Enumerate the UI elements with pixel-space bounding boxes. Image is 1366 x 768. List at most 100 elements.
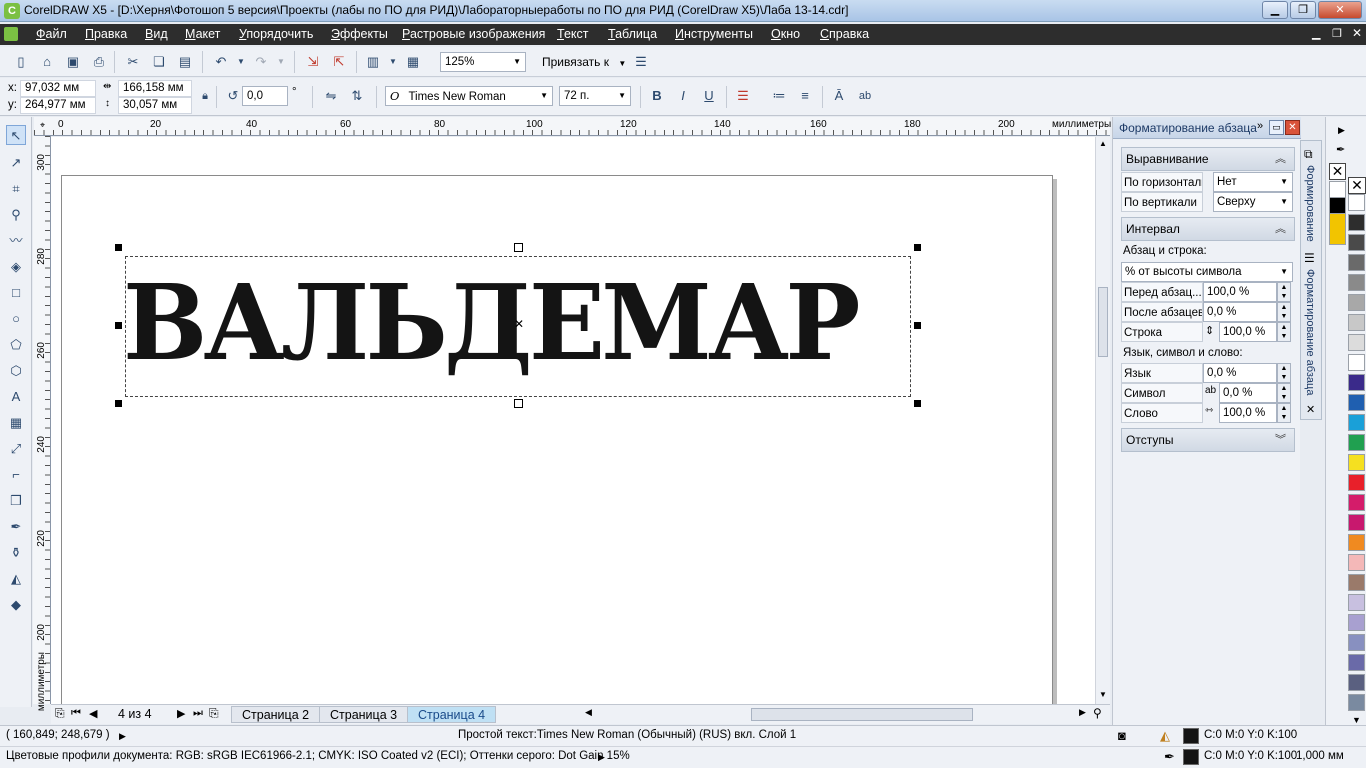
crop-tool-icon[interactable]: ⌗ xyxy=(6,179,26,199)
vertical-scroll-thumb[interactable] xyxy=(1098,287,1108,357)
zoom-navigator-icon[interactable]: ⚲ xyxy=(1093,706,1102,720)
blend-tool-icon[interactable]: ❒ xyxy=(6,491,26,511)
color-swatch[interactable] xyxy=(1348,214,1365,231)
freehand-tool-icon[interactable]: 〰 xyxy=(6,231,26,251)
previous-page-icon[interactable]: ◀ xyxy=(89,707,97,720)
menu-layout[interactable]: Макет xyxy=(185,27,220,41)
color-swatch[interactable] xyxy=(1348,474,1365,491)
white-swatch[interactable] xyxy=(1329,181,1346,198)
rotation-angle-field[interactable]: 0,0 xyxy=(242,86,288,106)
add-page-before-icon[interactable]: ⎘ xyxy=(55,706,65,721)
color-swatch[interactable] xyxy=(1348,694,1365,711)
add-page-after-icon[interactable]: ⎘ xyxy=(209,706,219,721)
text-alignment-icon[interactable]: ☰ xyxy=(734,87,752,105)
scroll-left-icon[interactable]: ◀ xyxy=(585,707,592,718)
selection-handle[interactable] xyxy=(514,399,523,408)
edit-text-icon[interactable]: ab xyxy=(856,87,874,105)
selection-handle[interactable] xyxy=(914,322,921,329)
doc-close-icon[interactable]: ✕ xyxy=(1352,26,1362,40)
paste-icon[interactable]: ▤ xyxy=(176,53,194,71)
connector-tool-icon[interactable]: ⌐ xyxy=(6,465,26,485)
rectangle-tool-icon[interactable]: □ xyxy=(6,283,26,303)
open-folder-icon[interactable]: ⌂ xyxy=(38,53,56,71)
horizontal-scroll-thumb[interactable] xyxy=(751,708,973,721)
selection-handle[interactable] xyxy=(115,244,122,251)
dimension-tool-icon[interactable]: ⤢ xyxy=(6,439,26,459)
text-tool-icon[interactable]: A xyxy=(6,387,26,407)
outline-tool-icon[interactable]: ⚱ xyxy=(6,543,26,563)
shaping-tab[interactable]: Формирование xyxy=(1304,165,1316,242)
expand-profiles-icon[interactable]: ▶ xyxy=(598,752,605,763)
color-swatch[interactable] xyxy=(1348,554,1365,571)
language-spacing-spinner[interactable]: ▲ ▼ xyxy=(1277,363,1291,383)
print-icon[interactable]: ⎙ xyxy=(90,53,108,71)
redo-dropdown-icon[interactable]: ▼ xyxy=(272,53,290,71)
palette-scroll-down-icon[interactable]: ▼ xyxy=(1352,715,1361,725)
application-launcher-icon[interactable]: ▥ xyxy=(364,53,382,71)
undo-dropdown-icon[interactable]: ▼ xyxy=(232,53,250,71)
welcome-screen-icon[interactable]: ▦ xyxy=(404,53,422,71)
bullet-list-icon[interactable]: ≔ xyxy=(770,87,788,105)
zoom-level-select[interactable]: 125% ▼ xyxy=(440,52,526,72)
menu-text[interactable]: Текст xyxy=(557,27,588,41)
line-spacing-field[interactable]: 100,0 % xyxy=(1219,322,1277,342)
scroll-up-icon[interactable]: ▲ xyxy=(1099,139,1107,148)
color-swatch[interactable] xyxy=(1348,274,1365,291)
language-spacing-field[interactable]: 0,0 % xyxy=(1203,363,1277,383)
height-field[interactable]: 30,057 мм xyxy=(118,97,192,114)
menu-help[interactable]: Справка xyxy=(820,27,869,41)
line-spacing-spinner[interactable]: ▲ ▼ xyxy=(1277,322,1291,342)
color-swatch[interactable] xyxy=(1348,334,1365,351)
color-swatch[interactable] xyxy=(1348,354,1365,371)
page-tab-4[interactable]: Страница 4 xyxy=(407,706,497,723)
smart-fill-tool-icon[interactable]: ◈ xyxy=(6,257,26,277)
doc-minimize-icon[interactable]: ▁ xyxy=(1312,27,1320,40)
ellipse-tool-icon[interactable]: ○ xyxy=(6,309,26,329)
drop-cap-icon[interactable]: ≡ xyxy=(796,87,814,105)
last-page-icon[interactable]: ⏭ xyxy=(193,707,203,720)
color-swatch[interactable] xyxy=(1348,294,1365,311)
before-paragraph-field[interactable]: 100,0 % xyxy=(1203,282,1277,302)
color-swatch[interactable] xyxy=(1348,594,1365,611)
after-paragraph-field[interactable]: 0,0 % xyxy=(1203,302,1277,322)
minimize-button[interactable]: ▁ xyxy=(1262,1,1288,19)
color-swatch[interactable] xyxy=(1348,454,1365,471)
scroll-right-icon[interactable]: ▶ xyxy=(1079,707,1086,718)
horizontal-align-select[interactable]: Нет ▼ xyxy=(1213,172,1293,192)
color-swatch[interactable] xyxy=(1348,394,1365,411)
color-swatch[interactable] xyxy=(1348,374,1365,391)
undo-icon[interactable]: ↶ xyxy=(212,53,230,71)
document-icon[interactable] xyxy=(4,27,18,41)
expand-status-icon[interactable]: ▶ xyxy=(119,731,126,742)
import-icon[interactable]: ⇲ xyxy=(304,53,322,71)
color-swatch[interactable] xyxy=(1348,634,1365,651)
no-color-swatch[interactable]: ✕ xyxy=(1329,163,1346,180)
width-field[interactable]: 166,158 мм xyxy=(118,80,192,97)
basic-shapes-tool-icon[interactable]: ⬡ xyxy=(6,361,26,381)
spacing-section-header[interactable]: Интервал ︽ xyxy=(1121,217,1295,241)
before-paragraph-spinner[interactable]: ▲ ▼ xyxy=(1277,282,1291,302)
vertical-align-select[interactable]: Сверху ▼ xyxy=(1213,192,1293,212)
menu-bitmaps[interactable]: Растровые изображения xyxy=(402,27,545,41)
new-document-icon[interactable]: ▯ xyxy=(12,53,30,71)
fill-tool-icon[interactable]: ◭ xyxy=(6,569,26,589)
vertical-scrollbar[interactable]: ▲ ▼ xyxy=(1095,137,1110,704)
lock-ratio-icon[interactable]: 🔒︎ xyxy=(196,87,214,105)
spacing-mode-select[interactable]: % от высоты символа ▼ xyxy=(1121,262,1293,282)
polygon-tool-icon[interactable]: ⬠ xyxy=(6,335,26,355)
horizontal-ruler[interactable]: ⌖ 0 20 40 60 80 100 120 140 160 180 200 … xyxy=(34,117,1111,136)
color-swatch[interactable] xyxy=(1348,194,1365,211)
selection-handle[interactable] xyxy=(115,400,122,407)
docker-minimize-icon[interactable]: ▭ xyxy=(1269,120,1284,135)
docker-expand-icon[interactable]: » xyxy=(1257,120,1263,132)
selection-handle[interactable] xyxy=(914,400,921,407)
paragraph-formatting-tab[interactable]: Форматирование абзаца xyxy=(1304,269,1316,395)
shape-tool-icon[interactable]: ↗ xyxy=(6,153,26,173)
coreldraw-app-icon[interactable]: C xyxy=(4,3,20,19)
after-paragraph-spinner[interactable]: ▲ ▼ xyxy=(1277,302,1291,322)
export-icon[interactable]: ⇱ xyxy=(330,53,348,71)
menu-tools[interactable]: Инструменты xyxy=(675,27,753,41)
zoom-tool-icon[interactable]: ⚲ xyxy=(6,205,26,225)
underline-icon[interactable]: U xyxy=(700,87,718,105)
drawing-canvas[interactable]: ВАЛЬДЕМАР ✕ xyxy=(51,137,1095,715)
